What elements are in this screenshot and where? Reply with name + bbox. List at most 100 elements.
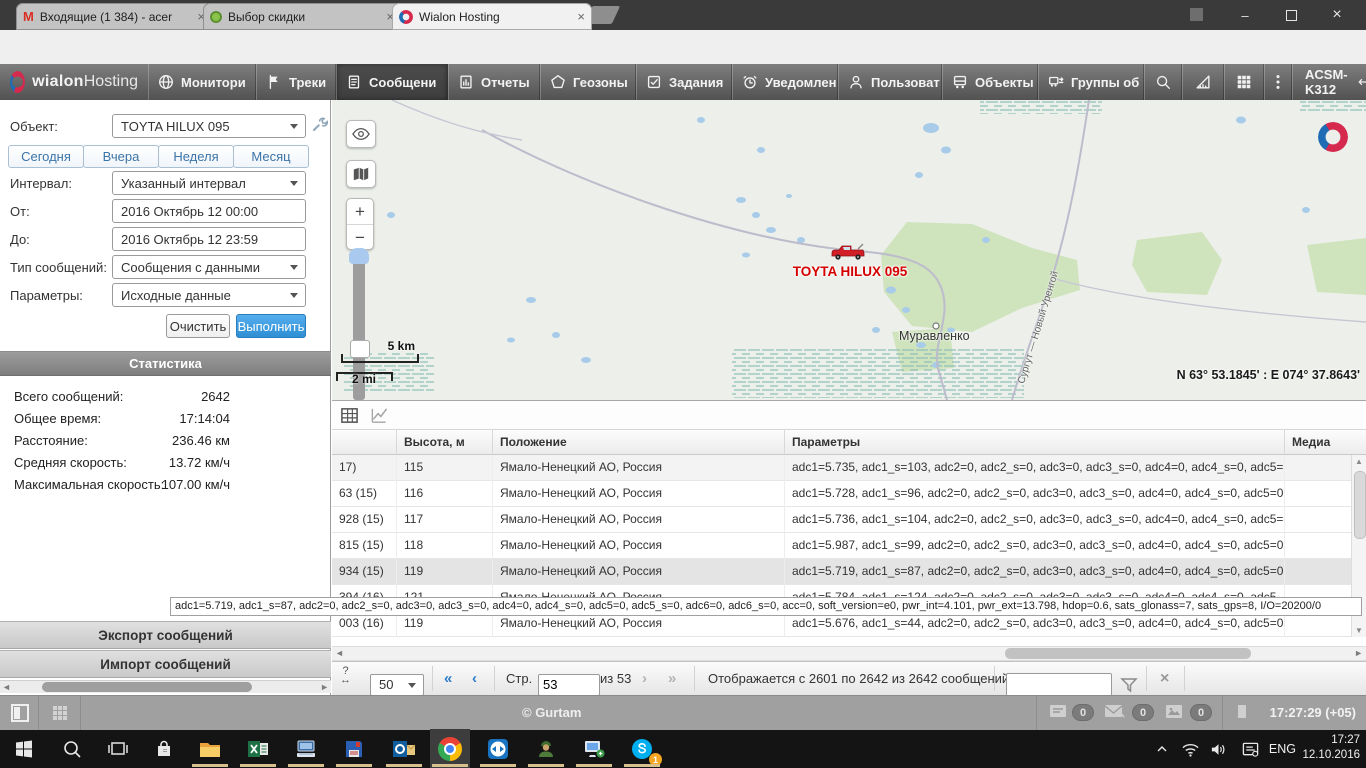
file-explorer-button[interactable] (196, 735, 224, 763)
browser-tab-wialon[interactable]: Wialon Hosting × (392, 3, 592, 30)
nav-item-units[interactable]: Объекты (942, 64, 1038, 100)
range-today-button[interactable]: Сегодня (8, 145, 84, 168)
zoom-out-button[interactable]: − (347, 225, 373, 250)
remote-desktop-button[interactable] (580, 735, 608, 763)
page-size-select[interactable]: 50 (370, 674, 424, 696)
wialon-logo[interactable]: wialonHosting (0, 64, 148, 100)
nav-search-button[interactable] (1144, 64, 1182, 100)
map-layers-button[interactable] (346, 160, 376, 188)
scrollbar-thumb[interactable] (1354, 471, 1366, 539)
nav-item-reports[interactable]: Отчеты (448, 64, 540, 100)
scroll-up-icon[interactable]: ▲ (1352, 457, 1366, 466)
guard-app-button[interactable] (532, 735, 560, 763)
col-header-altitude[interactable]: Высота, м (396, 430, 492, 455)
tray-volume[interactable] (1209, 730, 1228, 768)
nav-item-geofences[interactable]: Геозоны (540, 64, 636, 100)
table-horizontal-scrollbar[interactable]: ◄ ► (332, 646, 1366, 661)
nav-item-unit-groups[interactable]: Группы об (1038, 64, 1144, 100)
scroll-down-icon[interactable]: ▼ (1352, 626, 1366, 635)
scroll-right-icon[interactable]: ► (1354, 647, 1363, 659)
message-type-select[interactable]: Сообщения с данными (112, 255, 306, 279)
execute-button[interactable]: Выполнить (236, 314, 306, 338)
window-minimize-button[interactable]: – (1222, 0, 1268, 30)
next-page-button[interactable]: › (642, 662, 647, 695)
chart-view-icon[interactable] (369, 406, 389, 425)
scroll-right-icon[interactable]: ► (320, 681, 329, 693)
browser-tab-gmail[interactable]: M Входящие (1 384) - acer × (16, 3, 212, 30)
tray-clock[interactable]: 17:27 12.10.2016 (1302, 733, 1360, 763)
scroll-left-icon[interactable]: ◄ (2, 681, 11, 693)
chrome-button[interactable] (436, 735, 464, 763)
col-header-location[interactable]: Положение (492, 430, 784, 455)
map-visibility-button[interactable] (346, 120, 376, 148)
vehicle-label[interactable]: TOYTA HILUX 095 (788, 264, 912, 279)
range-yesterday-button[interactable]: Вчера (83, 145, 159, 168)
nav-item-tracks[interactable]: Треки (256, 64, 336, 100)
nav-ruler-button[interactable] (1182, 64, 1224, 100)
sms-button[interactable] (1104, 703, 1126, 721)
nav-item-notifications[interactable]: Уведомлен (732, 64, 838, 100)
parameters-select[interactable]: Исходные данные (112, 283, 306, 307)
table-view-icon[interactable] (340, 406, 359, 425)
interval-select[interactable]: Указанный интервал (112, 171, 306, 195)
table-filter-input[interactable] (1006, 673, 1112, 697)
teamviewer-button[interactable] (484, 735, 512, 763)
table-row[interactable]: 63 (15) 116 Ямало-Ненецкий АО, Россия ad… (332, 481, 1366, 507)
skype-button[interactable]: 1 (628, 735, 656, 763)
driver-messages-button[interactable] (1048, 703, 1068, 721)
first-page-button[interactable]: « (444, 662, 452, 695)
col-header-time[interactable] (332, 430, 396, 455)
nav-item-monitoring[interactable]: Монитори (148, 64, 256, 100)
window-close-button[interactable]: × (1314, 0, 1360, 30)
from-date-input[interactable]: 2016 Октябрь 12 00:00 (112, 199, 306, 223)
taskbar-search-button[interactable] (58, 735, 86, 763)
nav-item-jobs[interactable]: Задания (636, 64, 732, 100)
to-date-input[interactable]: 2016 Октябрь 12 23:59 (112, 227, 306, 251)
clear-filter-button[interactable]: × (1160, 662, 1169, 695)
col-header-media[interactable]: Медиа (1284, 430, 1351, 455)
table-row-selected[interactable]: 934 (15) 119 Ямало-Ненецкий АО, Россия a… (332, 559, 1366, 585)
tray-wifi[interactable] (1181, 730, 1200, 768)
nav-item-users[interactable]: Пользоват (838, 64, 942, 100)
map-canvas[interactable]: TOYTA HILUX 095 Муравленко Сургут — Новы… (332, 100, 1366, 400)
sidebar-horizontal-scrollbar[interactable]: ◄ ► (0, 680, 331, 693)
tab-close-icon[interactable]: × (577, 9, 585, 24)
pagination-help-button[interactable]: ? ↔ (340, 667, 351, 685)
table-row[interactable]: 17) 115 Ямало-Ненецкий АО, Россия adc1=5… (332, 455, 1366, 481)
table-row[interactable]: 815 (15) 118 Ямало-Ненецкий АО, Россия a… (332, 533, 1366, 559)
last-page-button[interactable]: » (668, 662, 676, 695)
window-restore-button[interactable] (1268, 0, 1314, 30)
page-number-input[interactable] (538, 674, 600, 696)
nav-more-button[interactable] (1264, 64, 1292, 100)
scroll-left-icon[interactable]: ◄ (335, 647, 344, 659)
zoom-in-button[interactable]: + (347, 199, 373, 225)
nav-item-messages[interactable]: Сообщени (336, 64, 448, 100)
scrollbar-thumb[interactable] (1005, 648, 1251, 659)
object-select[interactable]: TOYTA HILUX 095 (112, 114, 306, 138)
wrench-icon[interactable] (311, 116, 328, 133)
prev-page-button[interactable]: ‹ (472, 662, 477, 695)
tray-expand-button[interactable] (1154, 730, 1170, 768)
excel-button[interactable] (244, 735, 272, 763)
range-week-button[interactable]: Неделя (158, 145, 234, 168)
import-messages-button[interactable]: Импорт сообщений (0, 650, 331, 678)
col-header-parameters[interactable]: Параметры (784, 430, 1284, 455)
terminal-app-button[interactable] (292, 735, 320, 763)
bottom-grid-button[interactable] (50, 703, 70, 723)
range-month-button[interactable]: Месяц (233, 145, 309, 168)
backup-app-button[interactable] (340, 735, 368, 763)
nav-apps-button[interactable] (1224, 64, 1264, 100)
clear-button[interactable]: Очистить (166, 314, 230, 338)
tray-action-center[interactable] (1241, 730, 1260, 768)
browser-tab-discount[interactable]: Выбор скидки × (203, 3, 401, 30)
tray-language[interactable]: ENG (1269, 730, 1296, 768)
table-row[interactable]: 928 (15) 117 Ямало-Ненецкий АО, Россия a… (332, 507, 1366, 533)
store-app-button[interactable] (150, 735, 178, 763)
task-view-button[interactable] (104, 735, 132, 763)
scrollbar-thumb[interactable] (42, 682, 252, 692)
toggle-panel-button[interactable] (10, 703, 30, 723)
user-menu[interactable]: ACSM-K312 (1292, 64, 1366, 100)
export-messages-button[interactable]: Экспорт сообщений (0, 621, 331, 649)
log-button[interactable] (1236, 703, 1258, 721)
outlook-button[interactable] (390, 735, 418, 763)
